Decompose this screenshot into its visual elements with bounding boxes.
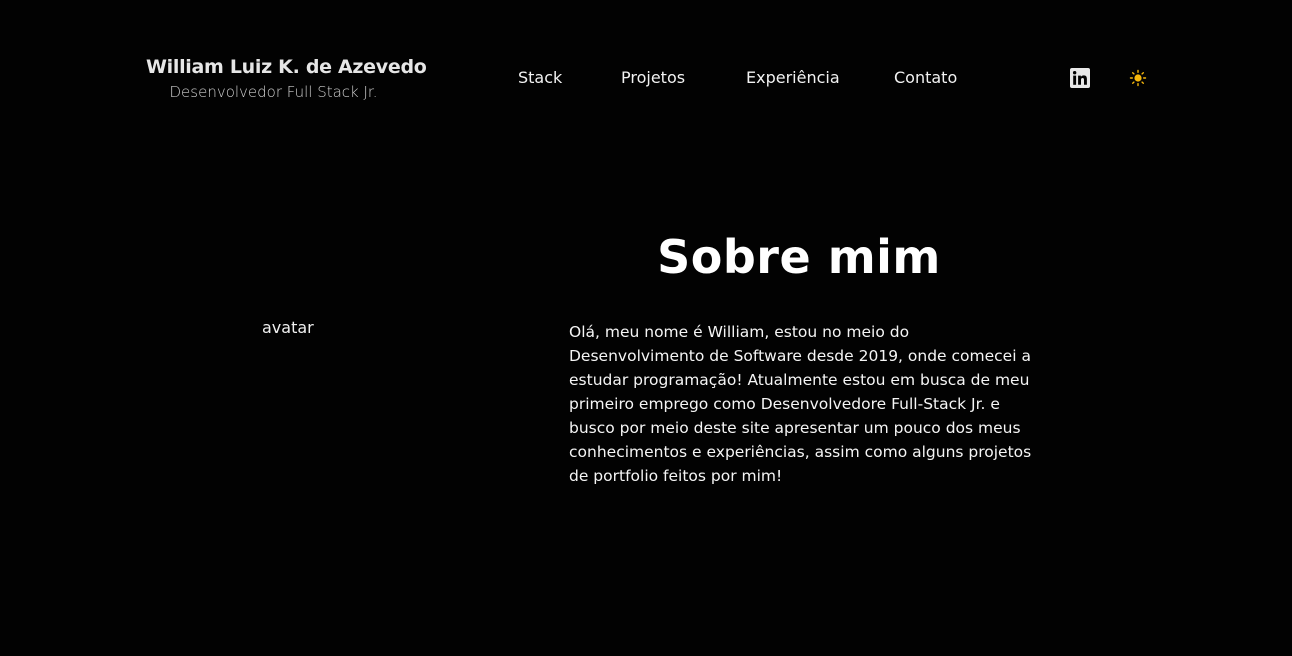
theme-toggle-sun-icon[interactable] xyxy=(1129,69,1147,87)
brand-role: Desenvolvedor Full Stack Jr. xyxy=(169,83,378,101)
brand: William Luiz K. de Azevedo Desenvolvedor… xyxy=(146,54,427,104)
nav-link-stack[interactable]: Stack xyxy=(518,66,562,90)
nav-link-experiencia[interactable]: Experiência xyxy=(746,66,840,90)
about-title: Sobre mim xyxy=(657,230,941,284)
brand-name: William Luiz K. de Azevedo xyxy=(146,56,427,78)
avatar: avatar xyxy=(262,318,314,337)
nav-link-contato[interactable]: Contato xyxy=(894,66,957,90)
page: William Luiz K. de Azevedo Desenvolvedor… xyxy=(0,0,1292,656)
linkedin-icon[interactable] xyxy=(1070,68,1090,88)
about-text: Olá, meu nome é William, estou no meio d… xyxy=(569,323,1032,485)
nav-link-projetos[interactable]: Projetos xyxy=(621,66,685,90)
